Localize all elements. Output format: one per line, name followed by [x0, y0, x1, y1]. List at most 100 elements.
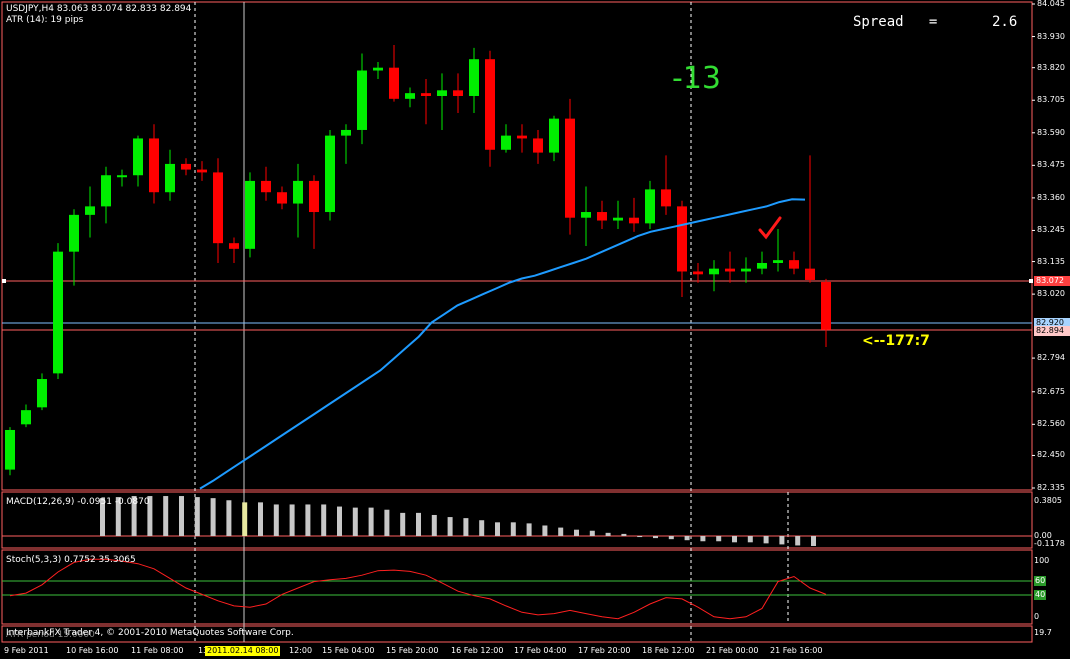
bear-candle	[565, 118, 575, 218]
bear-candle	[597, 212, 607, 221]
macd-panel-frame	[1, 491, 1033, 549]
macd-bar	[558, 527, 564, 536]
price-axis-label: 83.135	[1037, 256, 1065, 266]
bull-candle	[437, 90, 447, 96]
time-axis-label: 15 Feb 04:00	[322, 646, 375, 655]
bear-candle	[485, 59, 495, 150]
macd-bar	[384, 509, 390, 536]
price-axis-label: 82.794	[1037, 353, 1065, 363]
bear-candle	[389, 67, 399, 99]
time-axis-label: 16 Feb 12:00	[451, 646, 504, 655]
bull-candle	[117, 175, 127, 178]
time-axis-label: 11 Feb 08:00	[131, 646, 184, 655]
arrow-distance-label: <--177:7	[862, 333, 930, 349]
macd-bar	[779, 536, 785, 545]
bear-candle	[213, 172, 223, 244]
macd-bar	[700, 536, 706, 542]
time-axis-label: 2011.02.14 08:00	[205, 646, 281, 656]
time-axis-label: 17 Feb 20:00	[578, 646, 631, 655]
price-axis-label: 83.590	[1037, 127, 1065, 137]
bear-candle	[661, 189, 671, 207]
bull-candle	[245, 180, 255, 249]
macd-bar	[447, 517, 453, 536]
copyright-footer: InterbankFX Trader 4, © 2001-2010 MetaQu…	[6, 628, 294, 638]
symbol-info: USDJPY,H4 83.063 83.074 82.833 82.894	[6, 4, 192, 14]
macd-bar	[416, 512, 421, 536]
time-axis-label: 18 Feb 12:00	[642, 646, 695, 655]
macd-bar	[763, 536, 769, 544]
bear-candle	[197, 169, 207, 173]
bear-candle	[789, 260, 799, 269]
macd-bar	[479, 520, 485, 536]
macd-bar	[258, 502, 263, 536]
macd-histogram-group	[100, 496, 816, 546]
bear-candle	[277, 192, 287, 204]
bull-candle	[293, 180, 303, 204]
moving-average-group	[199, 198, 806, 490]
time-axis-label: 12:00	[289, 646, 313, 655]
bull-candle	[53, 251, 63, 374]
macd-bar	[542, 525, 548, 536]
bear-candle	[149, 138, 159, 193]
bull-candle	[469, 59, 479, 96]
macd-label: MACD(12,26,9) -0.0951 -0.0870	[6, 497, 150, 507]
price-axis-label: 83.020	[1037, 289, 1065, 299]
bear-candle	[517, 135, 527, 139]
checkmark-icon	[758, 216, 782, 240]
bull-candle	[501, 135, 511, 150]
macd-bar	[574, 529, 579, 536]
time-axis-label: 17 Feb 04:00	[514, 646, 567, 655]
macd-bar	[289, 504, 295, 536]
macd-axis-top: 0.3805	[1034, 496, 1062, 505]
macd-bar	[179, 496, 184, 536]
macd-bar	[242, 502, 248, 536]
macd-bar	[337, 506, 342, 536]
time-axis-label: 10 Feb 16:00	[66, 646, 119, 655]
bull-candle	[773, 260, 783, 263]
macd-bar	[163, 496, 169, 536]
bull-candle	[757, 262, 767, 269]
price-axis-label: 83.820	[1037, 62, 1065, 72]
bull-candle	[85, 206, 95, 215]
bear-candle	[533, 138, 543, 153]
bull-candle	[645, 189, 655, 224]
bull-candle	[741, 268, 751, 272]
price-axis-label: 83.475	[1037, 160, 1065, 170]
moving-average-line	[199, 198, 806, 490]
bear-candle	[725, 268, 735, 272]
macd-bar	[368, 507, 374, 536]
time-axis-label: 21 Feb 16:00	[770, 646, 823, 655]
stoch-label: Stoch(5,3,3) 0.7752 35.3065	[6, 555, 136, 565]
macd-bar	[747, 536, 753, 543]
price-axis-label: 82.560	[1037, 419, 1065, 429]
bull-candle	[325, 135, 335, 213]
macd-bar	[210, 498, 216, 536]
stochastic-line	[9, 558, 827, 620]
bull-candle	[69, 214, 79, 252]
macd-bar	[226, 500, 232, 536]
bull-candle	[5, 429, 15, 470]
macd-bar	[305, 504, 311, 536]
macd-bar	[621, 533, 627, 536]
macd-bar	[510, 522, 516, 536]
time-axis-label: 15 Feb 20:00	[386, 646, 439, 655]
bull-candle	[133, 138, 143, 176]
bid-price-tag: 83.072	[1034, 276, 1070, 286]
stoch-axis-40: 40	[1034, 590, 1047, 600]
macd-bar	[273, 504, 279, 536]
macd-bar	[495, 522, 500, 536]
chart-canvas	[1, 1, 1035, 643]
big-number-label: -13	[672, 61, 721, 96]
stoch-axis-0: 0	[1034, 612, 1040, 621]
bull-candle	[37, 379, 47, 408]
macd-bar	[194, 497, 200, 536]
bear-candle	[261, 180, 271, 193]
bear-candle	[677, 206, 687, 272]
price-axis-label: 82.450	[1037, 450, 1065, 460]
price-axis-label: 83.705	[1037, 95, 1065, 105]
bear-candle	[821, 281, 831, 330]
atr-axis: 19.7	[1034, 628, 1052, 637]
bull-candle	[101, 175, 111, 207]
macd-bar	[526, 523, 532, 536]
macd-bar	[716, 536, 722, 542]
